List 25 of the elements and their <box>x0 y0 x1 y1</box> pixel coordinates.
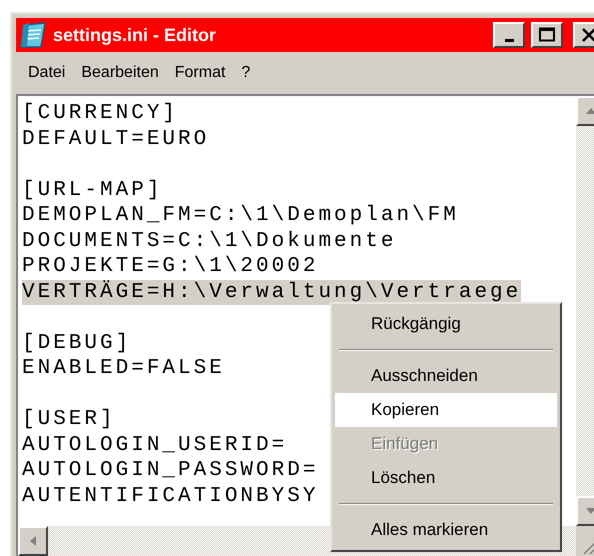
context-menu-item[interactable]: Kopieren <box>335 393 557 427</box>
section-header: [CURRENCY] <box>22 101 178 126</box>
minimize-button[interactable] <box>493 22 525 48</box>
maximize-button[interactable] <box>531 22 563 48</box>
text-line: DOCUMENTS=C:\1\Dokumente <box>22 228 396 254</box>
maximize-icon <box>538 27 556 43</box>
menu-item[interactable]: Bearbeiten <box>73 62 167 84</box>
section-header: [DEBUG] <box>22 330 132 356</box>
text-line: DEFAULT=EURO <box>22 126 210 152</box>
text-line: DEMOPLAN_FM=C:\1\Demoplan\FM <box>22 203 459 228</box>
text-line: AUTOLOGIN_USERID= <box>22 432 288 458</box>
window-title: settings.ini - Editor <box>53 24 218 46</box>
text-line: AUTOLOGIN_PASSWORD= <box>22 458 318 484</box>
scroll-left-button[interactable] <box>18 526 48 556</box>
text-line: ENABLED=FALSE <box>22 356 225 382</box>
section-header: [URL-MAP] <box>22 178 162 203</box>
menu-item[interactable]: Format <box>166 62 234 84</box>
menu-item[interactable]: Datei <box>20 62 74 84</box>
minimize-icon <box>504 38 514 42</box>
menu-item[interactable]: ? <box>233 62 258 84</box>
text-line: PROJEKTE=G:\1\20002 <box>22 254 318 280</box>
section-header: [USER] <box>22 407 116 432</box>
notepad-icon <box>19 21 49 49</box>
text-line: AUTENTIFICATIONBYSY <box>22 484 318 509</box>
close-icon <box>580 27 594 43</box>
